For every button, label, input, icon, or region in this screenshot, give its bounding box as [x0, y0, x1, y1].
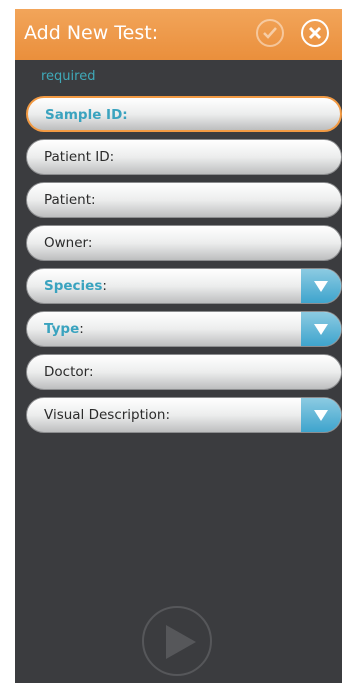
sample-id-label: Sample ID: — [45, 107, 128, 123]
sample-id-field[interactable]: Sample ID: — [26, 96, 342, 132]
close-icon — [308, 26, 322, 40]
confirm-button[interactable] — [256, 19, 284, 47]
doctor-field[interactable]: Doctor: — [26, 354, 342, 390]
start-test-button[interactable] — [142, 606, 212, 676]
species-label-text: Species — [44, 278, 103, 294]
type-dropdown-button[interactable] — [301, 312, 341, 346]
chevron-down-icon — [314, 281, 328, 292]
patient-id-field[interactable]: Patient ID: — [26, 139, 342, 175]
owner-field[interactable]: Owner: — [26, 225, 342, 261]
doctor-label: Doctor: — [44, 364, 94, 380]
owner-label: Owner: — [44, 235, 93, 251]
add-test-panel: Add New Test: required Sample ID: Patien… — [15, 9, 342, 683]
play-icon — [166, 625, 196, 659]
patient-id-label: Patient ID: — [44, 149, 115, 165]
species-label-suffix: : — [102, 278, 107, 294]
patient-label: Patient: — [44, 192, 96, 208]
required-note: required — [41, 69, 96, 84]
type-label: Type: — [44, 321, 84, 337]
visual-description-label: Visual Description: — [44, 407, 171, 423]
visual-description-dropdown-button[interactable] — [301, 398, 341, 432]
title-bar: Add New Test: — [15, 9, 342, 60]
species-label: Species: — [44, 278, 107, 294]
species-select[interactable]: Species: — [26, 268, 342, 304]
type-select[interactable]: Type: — [26, 311, 342, 347]
chevron-down-icon — [314, 410, 328, 421]
patient-field[interactable]: Patient: — [26, 182, 342, 218]
chevron-down-icon — [314, 324, 328, 335]
dialog-title: Add New Test: — [24, 22, 159, 44]
type-label-text: Type — [44, 321, 80, 337]
visual-description-select[interactable]: Visual Description: — [26, 397, 342, 433]
checkmark-icon — [263, 27, 277, 39]
close-button[interactable] — [301, 19, 329, 47]
type-label-suffix: : — [79, 321, 84, 337]
species-dropdown-button[interactable] — [301, 269, 341, 303]
